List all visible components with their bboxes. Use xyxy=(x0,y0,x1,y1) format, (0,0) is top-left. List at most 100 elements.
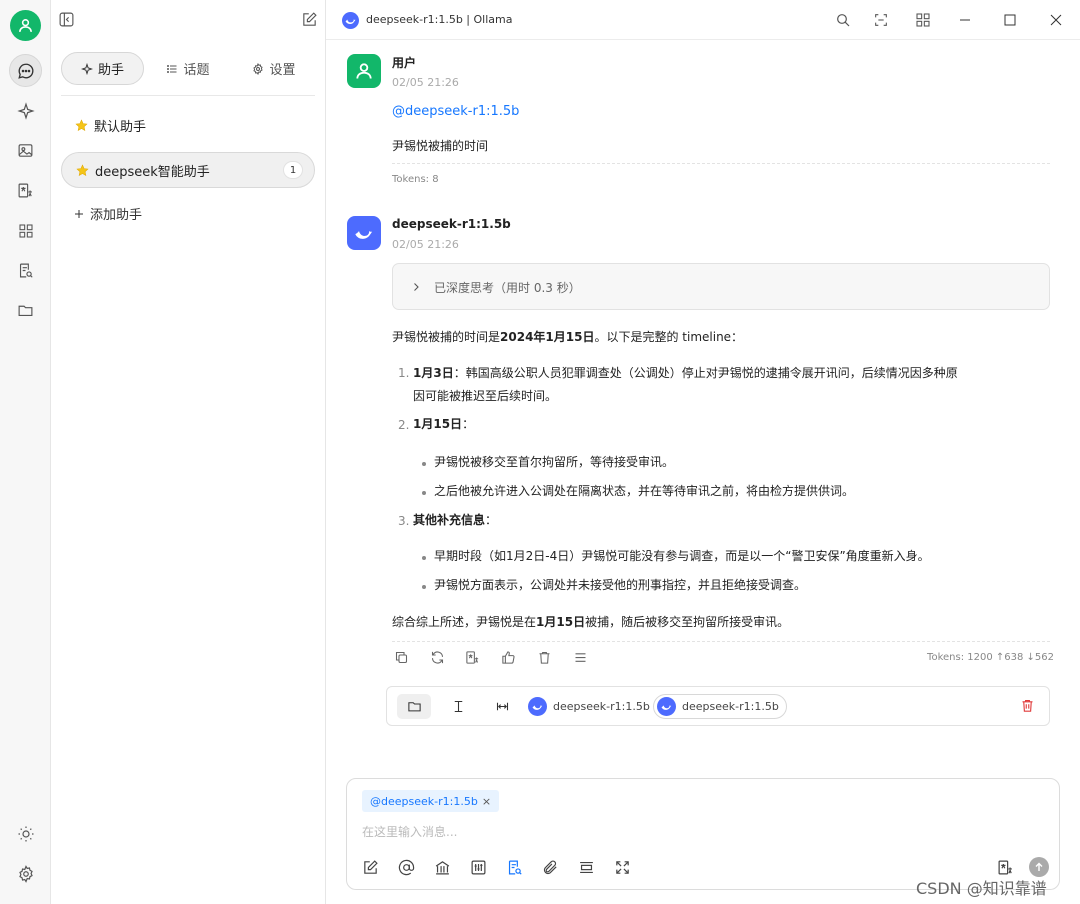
folder-icon xyxy=(407,702,421,712)
tab-assistants[interactable]: 助手 xyxy=(61,52,144,85)
expand-input-button[interactable] xyxy=(614,859,631,876)
user-message-avatar xyxy=(347,54,381,88)
panel-header xyxy=(51,0,326,40)
new-topic-button[interactable] xyxy=(362,859,379,876)
apps-nav-button[interactable] xyxy=(9,214,42,247)
send-button[interactable] xyxy=(1029,857,1049,877)
sparkle-icon xyxy=(16,101,35,120)
assistant-label: deepseek智能助手 xyxy=(95,164,210,180)
user-avatar[interactable] xyxy=(10,10,41,41)
layout-button[interactable] xyxy=(915,12,931,28)
minimize-button[interactable] xyxy=(959,14,971,26)
web-search-button[interactable] xyxy=(506,859,523,876)
bullet-dot xyxy=(422,585,426,589)
list-item-title: 1月15日 xyxy=(413,417,463,431)
bullet-dot xyxy=(422,556,426,560)
edit-icon xyxy=(303,12,317,26)
at-sign-icon xyxy=(398,859,415,876)
sidebar-collapse-icon xyxy=(59,12,74,27)
model-chip-label: deepseek-r1:1.5b xyxy=(553,700,650,713)
translate-icon xyxy=(998,860,1012,875)
copy-button[interactable] xyxy=(394,650,409,665)
like-button[interactable] xyxy=(501,650,516,665)
list-item-title: 1月3日 xyxy=(413,366,454,380)
translate-button[interactable] xyxy=(465,650,480,665)
copy-icon xyxy=(395,651,408,664)
edit-icon xyxy=(364,860,378,874)
delete-group-button[interactable] xyxy=(1020,698,1035,713)
column-width-icon xyxy=(496,702,508,711)
theme-toggle-button[interactable] xyxy=(9,817,42,850)
search-button[interactable] xyxy=(835,12,851,28)
user-message-name: 用户 xyxy=(392,56,417,70)
mention-chip[interactable]: @deepseek-r1:1.5b × xyxy=(362,790,500,812)
horizontal-layout-button[interactable] xyxy=(485,694,519,719)
summary-text: 综合综上所述，尹锡悦是在 xyxy=(392,615,537,629)
tab-topics[interactable]: 话题 xyxy=(153,52,223,85)
bullet-text: 之后他被允许进入公调处在隔离状态，并在等待审讯之前，将由检方提供供词。 xyxy=(434,484,855,498)
user-icon xyxy=(19,19,32,32)
maximize-button[interactable] xyxy=(1004,14,1016,26)
settings-nav-button[interactable] xyxy=(9,857,42,890)
title-bar: deepseek-r1:1.5b | Ollama xyxy=(326,0,1080,40)
deepseek-logo-icon xyxy=(342,12,359,29)
vertical-layout-button[interactable] xyxy=(441,694,475,719)
thinking-collapse[interactable]: 已深度思考（用时 0.3 秒） xyxy=(392,263,1050,310)
translate-nav-button[interactable] xyxy=(9,174,42,207)
expand-frame-icon xyxy=(875,14,887,26)
assistant-item-default[interactable]: 默认助手 xyxy=(61,107,315,143)
message-actions: Tokens: 1200 ↑638 ↓562 xyxy=(392,650,1054,668)
knowledge-base-button[interactable] xyxy=(434,859,451,876)
files-nav-button[interactable] xyxy=(9,294,42,327)
new-chat-button[interactable] xyxy=(301,11,318,28)
regenerate-button[interactable] xyxy=(430,650,445,665)
user-message-time: 02/05 21:26 xyxy=(392,76,459,89)
bullet-text: 尹锡悦被移交至首尔拘留所，等待接受审讯。 xyxy=(434,455,675,469)
parameters-button[interactable] xyxy=(470,859,487,876)
assistant-message-time: 02/05 21:26 xyxy=(392,238,459,251)
chat-nav-button[interactable] xyxy=(9,54,42,87)
user-message-text: 尹锡悦被捕的时间 xyxy=(392,139,489,153)
fullscreen-button[interactable] xyxy=(873,12,889,28)
close-window-button[interactable] xyxy=(1050,14,1062,26)
intro-text: 尹锡悦被捕的时间是 xyxy=(392,330,501,344)
menu-icon xyxy=(575,653,586,662)
refresh-icon xyxy=(431,651,444,664)
tab-settings[interactable]: 设置 xyxy=(239,52,309,85)
knowledge-nav-button[interactable] xyxy=(9,254,42,287)
agents-nav-button[interactable] xyxy=(9,94,42,127)
mention-model-button[interactable] xyxy=(398,859,415,876)
tab-label: 话题 xyxy=(183,63,210,78)
star-icon xyxy=(75,118,88,131)
deepseek-logo-icon xyxy=(657,697,676,716)
translate-input-button[interactable] xyxy=(997,859,1014,876)
assistant-item-deepseek[interactable]: deepseek智能助手 1 xyxy=(61,152,315,188)
collapse-sidebar-button[interactable] xyxy=(58,11,75,28)
list-item: 其他补充信息： xyxy=(413,509,497,532)
more-menu-button[interactable] xyxy=(573,650,588,665)
topic-count-badge: 1 xyxy=(283,161,303,179)
clear-context-button[interactable] xyxy=(578,859,595,876)
remove-mention-button[interactable]: × xyxy=(482,795,491,808)
model-chip-selected[interactable]: deepseek-r1:1.5b xyxy=(653,694,787,719)
trash-icon xyxy=(539,651,550,664)
assistant-message-tokens: Tokens: 1200 ↑638 ↓562 xyxy=(927,652,1054,663)
deepseek-logo-icon xyxy=(528,697,547,716)
model-chip-label: deepseek-r1:1.5b xyxy=(682,700,779,713)
user-icon xyxy=(356,63,372,79)
document-search-icon xyxy=(508,860,522,875)
image-nav-button[interactable] xyxy=(9,134,42,167)
expand-icon xyxy=(616,861,629,874)
user-message-mention[interactable]: @deepseek-r1:1.5b xyxy=(392,104,519,119)
apps-grid-icon xyxy=(18,223,33,238)
message-divider xyxy=(392,641,1050,642)
delete-message-button[interactable] xyxy=(537,650,552,665)
deepseek-whale-icon xyxy=(355,230,373,239)
add-assistant-button[interactable]: 添加助手 xyxy=(73,204,142,223)
message-input[interactable]: 在这里输入消息... xyxy=(362,823,457,840)
folder-view-button[interactable] xyxy=(397,694,431,719)
add-assistant-label: 添加助手 xyxy=(90,208,143,223)
attach-file-button[interactable] xyxy=(542,859,559,876)
model-chip[interactable]: deepseek-r1:1.5b xyxy=(525,694,657,719)
assistant-panel: 助手 话题 设置 默认助手 deepseek智能助手 1 添加助手 xyxy=(51,0,326,904)
